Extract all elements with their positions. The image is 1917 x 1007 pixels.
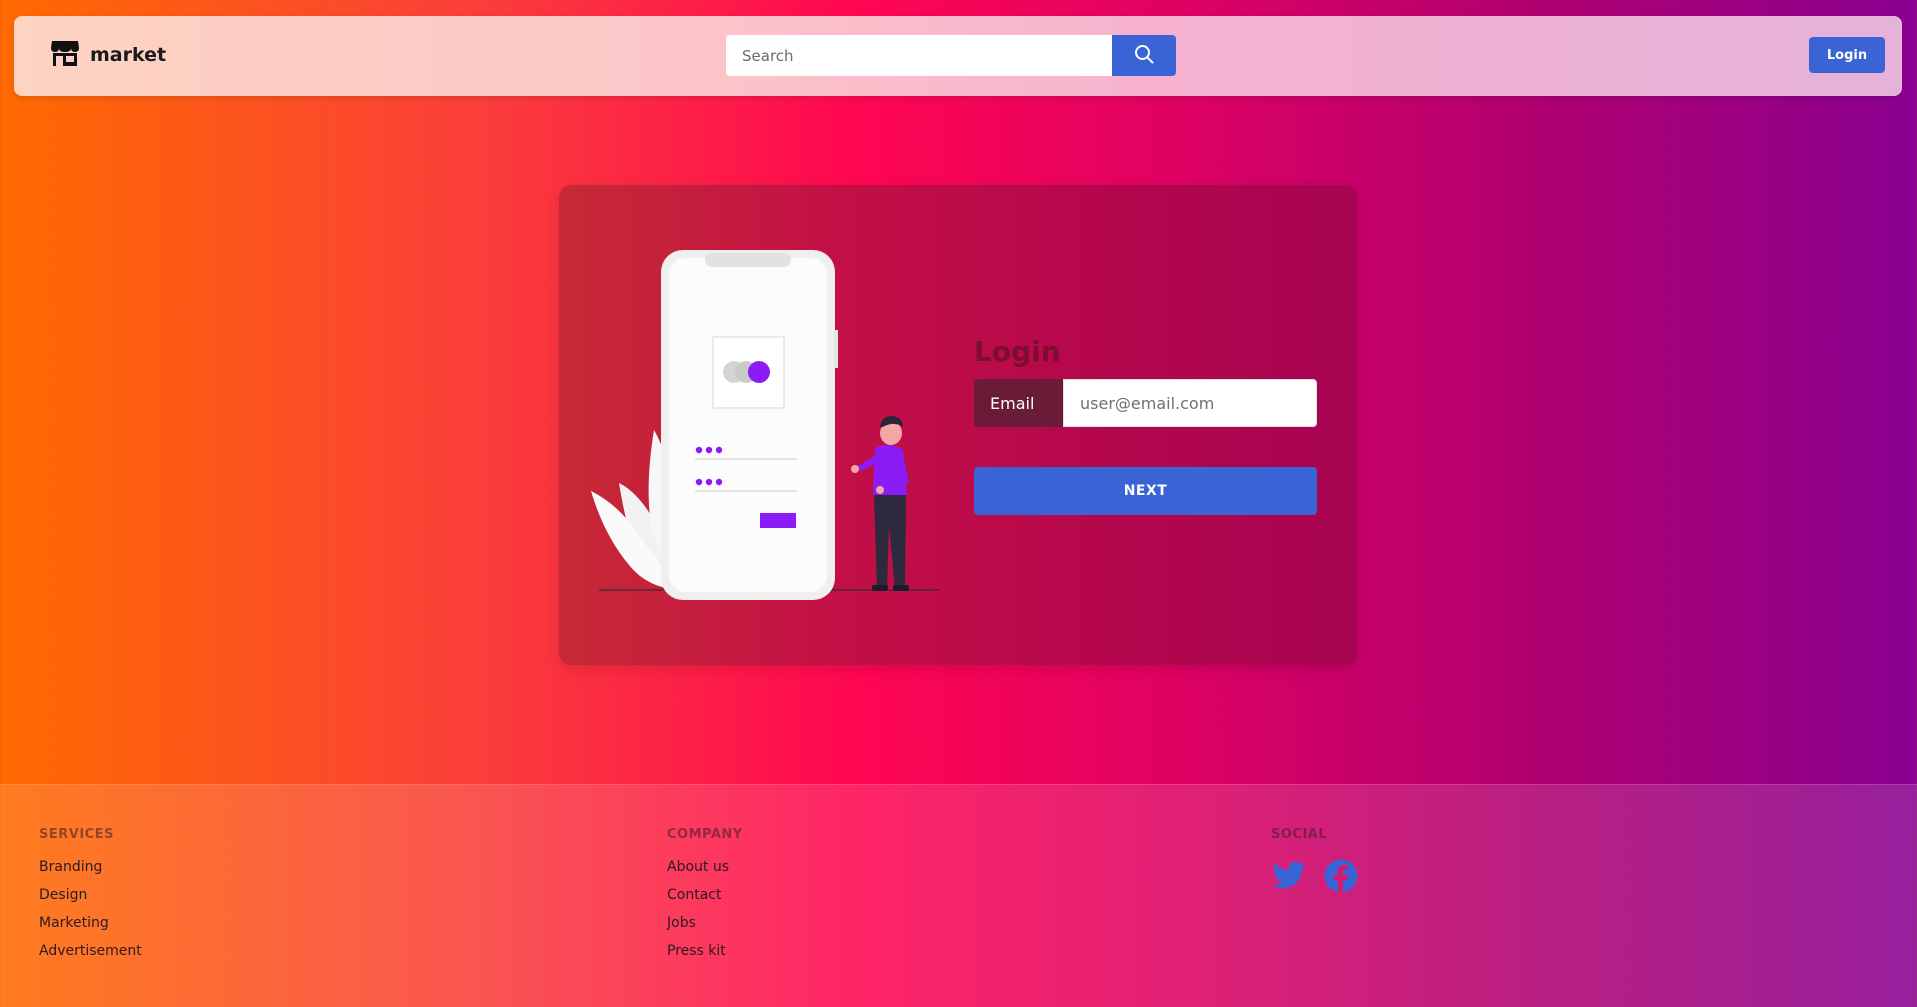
footer-social: SOCIAL	[1271, 827, 1359, 894]
next-button[interactable]: NEXT	[974, 467, 1317, 515]
footer-link-jobs[interactable]: Jobs	[667, 914, 743, 932]
footer-link-advertisement[interactable]: Advertisement	[39, 942, 142, 960]
login-illustration	[589, 245, 949, 615]
email-input-group: Email	[974, 379, 1317, 427]
store-icon	[50, 39, 80, 71]
login-card: Login Email NEXT	[559, 185, 1357, 665]
footer-company: COMPANY About us Contact Jobs Press kit	[667, 827, 743, 970]
navbar: market Login	[14, 16, 1902, 96]
footer-link-contact[interactable]: Contact	[667, 886, 743, 904]
search-button[interactable]	[1112, 35, 1176, 76]
footer-services-heading: SERVICES	[39, 827, 114, 842]
footer-company-heading: COMPANY	[667, 827, 743, 842]
person-illustration	[851, 416, 909, 591]
phone-illustration	[661, 250, 838, 600]
search-icon	[1134, 44, 1154, 67]
search-input[interactable]	[726, 35, 1112, 76]
facebook-icon[interactable]	[1323, 858, 1359, 894]
footer-link-design[interactable]: Design	[39, 886, 142, 904]
brand-name: market	[90, 44, 167, 66]
footer-social-heading: SOCIAL	[1271, 827, 1328, 842]
footer-link-about-us[interactable]: About us	[667, 858, 743, 876]
login-button[interactable]: Login	[1809, 37, 1885, 73]
footer-services: SERVICES Branding Design Marketing Adver…	[39, 827, 142, 970]
footer-link-press-kit[interactable]: Press kit	[667, 942, 743, 960]
search-bar	[726, 35, 1176, 76]
login-title: Login	[974, 335, 1061, 368]
footer: SERVICES Branding Design Marketing Adver…	[0, 784, 1917, 1007]
twitter-icon[interactable]	[1271, 858, 1307, 894]
email-field[interactable]	[1063, 379, 1317, 427]
footer-link-marketing[interactable]: Marketing	[39, 914, 142, 932]
brand[interactable]: market	[50, 39, 166, 71]
footer-link-branding[interactable]: Branding	[39, 858, 142, 876]
email-label: Email	[974, 379, 1063, 427]
social-icons	[1271, 858, 1359, 894]
